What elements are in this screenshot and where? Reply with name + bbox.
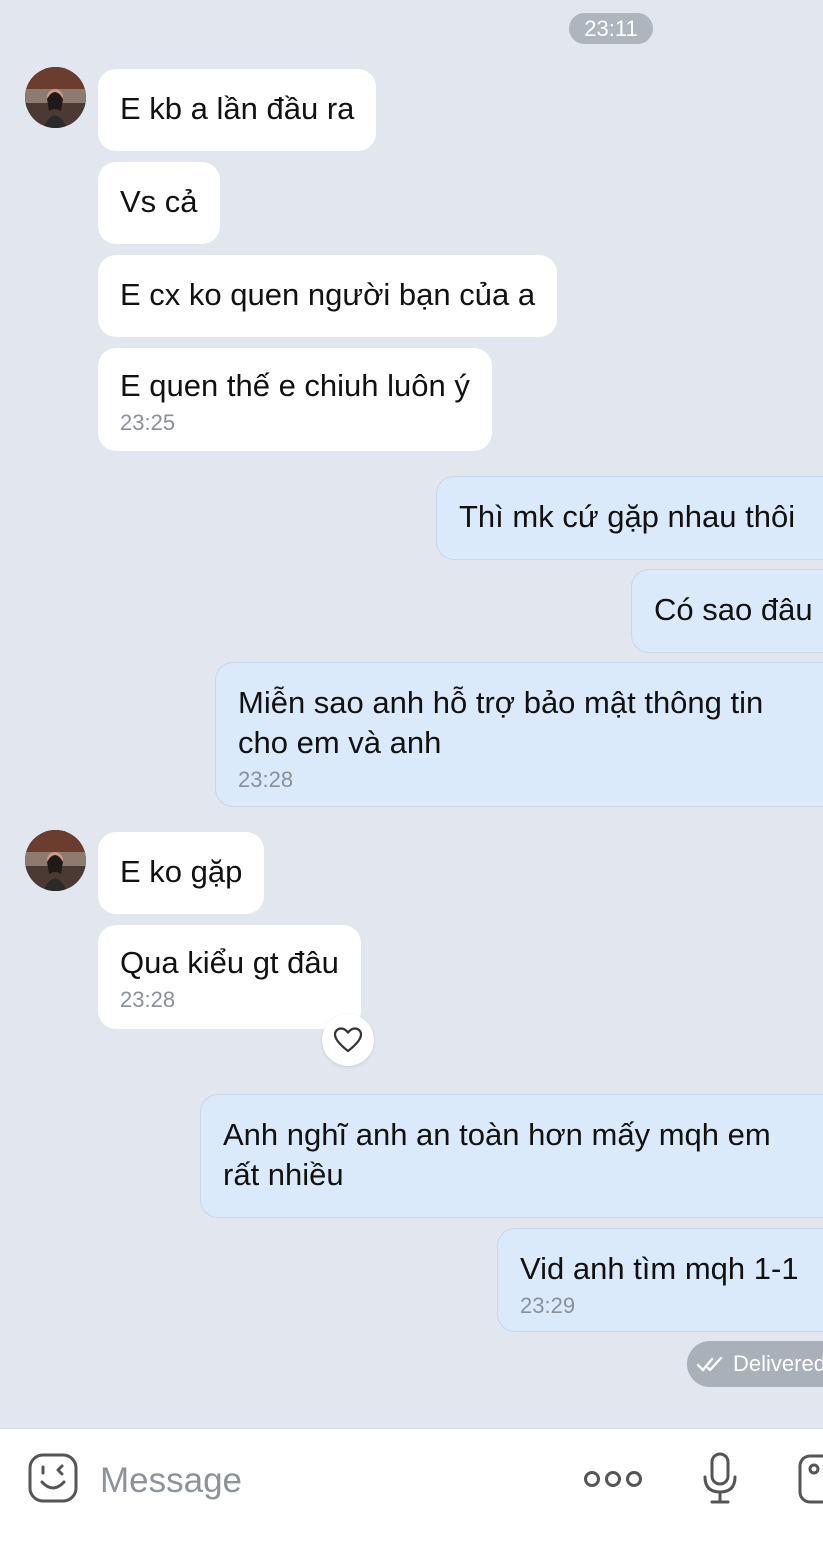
more-options-button[interactable] <box>583 1467 643 1496</box>
message-bubble[interactable]: Có sao đâu <box>631 569 823 653</box>
microphone-icon <box>703 1452 737 1504</box>
message-input[interactable] <box>98 1456 542 1506</box>
message-text: E quen thế e chiuh luôn ý <box>120 368 470 403</box>
emoji-button[interactable] <box>27 1452 79 1509</box>
react-heart-button[interactable] <box>322 1014 374 1066</box>
contact-avatar[interactable] <box>25 830 86 891</box>
photo-icon <box>798 1454 823 1504</box>
contact-avatar[interactable] <box>25 67 86 128</box>
message-bubble[interactable]: Qua kiểu gt đâu 23:28 <box>98 925 361 1029</box>
message-text: rất nhiều <box>223 1157 344 1192</box>
double-check-icon <box>697 1356 723 1372</box>
heart-icon <box>333 1027 363 1053</box>
message-bubble[interactable]: E quen thế e chiuh luôn ý 23:25 <box>98 348 492 451</box>
message-bubble[interactable]: Thì mk cứ gặp nhau thôi <box>436 476 823 560</box>
message-text: cho em và anh <box>238 725 442 760</box>
message-bubble[interactable]: Vs cả <box>98 162 220 244</box>
message-text: Anh nghĩ anh an toàn hơn mấy mqh em <box>223 1117 771 1152</box>
message-text: E ko gặp <box>120 854 243 889</box>
message-bubble[interactable]: E ko gặp <box>98 832 265 914</box>
message-composer <box>0 1428 823 1564</box>
delivery-status-badge: Delivered <box>687 1341 823 1387</box>
delivery-status-text: Delivered <box>733 1351 823 1376</box>
time-divider: 23:11 <box>569 13 653 44</box>
message-bubble[interactable]: Anh nghĩ anh an toàn hơn mấy mqh em rất … <box>200 1094 823 1218</box>
message-text: Thì mk cứ gặp nhau thôi <box>459 499 796 534</box>
message-bubble[interactable]: E kb a lần đầu ra <box>98 69 377 151</box>
message-timestamp: 23:28 <box>120 987 176 1012</box>
avatar-image <box>25 67 86 128</box>
message-text: Vs cả <box>120 184 198 219</box>
message-text: E cx ko quen người bạn của a <box>120 277 536 312</box>
message-text: Qua kiểu gt đâu <box>120 945 339 980</box>
message-bubble[interactable]: E cx ko quen người bạn của a <box>98 255 558 337</box>
avatar-image <box>25 830 86 891</box>
message-timestamp: 23:29 <box>520 1293 576 1318</box>
chat-area[interactable]: 23:11 E kb a lần đầu ra Vs cả E cx ko qu… <box>0 0 823 1428</box>
message-text: E kb a lần đầu ra <box>120 91 355 126</box>
voice-record-button[interactable] <box>700 1451 740 1512</box>
more-dots-icon <box>584 1471 642 1487</box>
message-text: Có sao đâu <box>654 592 813 627</box>
message-text: Miễn sao anh hỗ trợ bảo mật thông tin <box>238 685 764 720</box>
photo-button[interactable] <box>797 1453 823 1512</box>
message-bubble[interactable]: Miễn sao anh hỗ trợ bảo mật thông tin ch… <box>215 662 823 807</box>
message-timestamp: 23:25 <box>120 410 176 435</box>
emoji-icon <box>28 1453 78 1503</box>
message-text: Vid anh tìm mqh 1-1 <box>520 1251 799 1286</box>
message-timestamp: 23:28 <box>238 767 294 792</box>
message-bubble[interactable]: Vid anh tìm mqh 1-1 23:29 <box>497 1228 823 1332</box>
